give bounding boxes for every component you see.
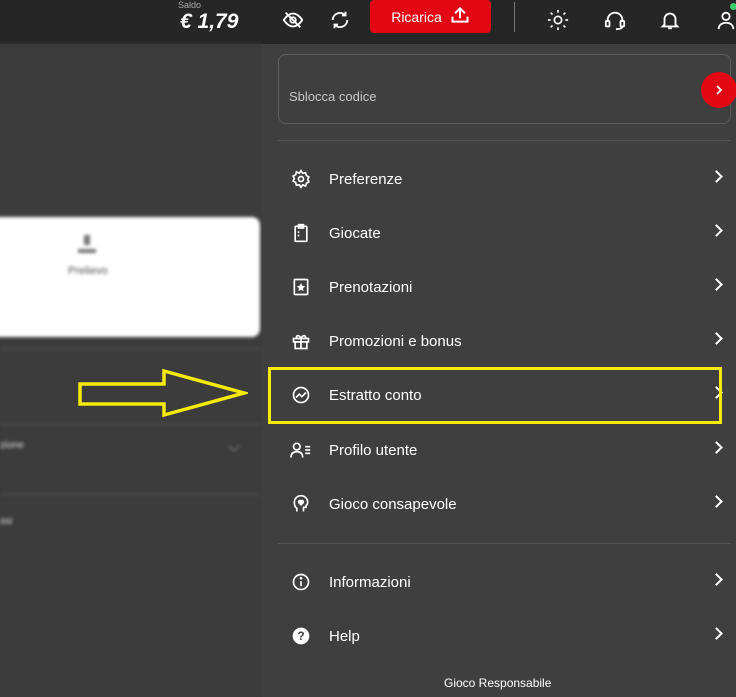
upload-icon: [450, 5, 470, 28]
background-row-text: zione: [0, 440, 24, 451]
top-bar: Saldo € 1,79 Ricarica: [0, 0, 736, 44]
refresh-icon[interactable]: [327, 7, 353, 33]
help-icon: ?: [290, 625, 312, 647]
unlock-code-submit-button[interactable]: [701, 72, 736, 108]
user-list-icon: [290, 439, 312, 461]
chevron-right-icon: [710, 224, 723, 237]
sun-icon[interactable]: [545, 7, 571, 33]
menu-item-label: Prenotazioni: [329, 278, 413, 296]
user-icon[interactable]: [713, 7, 736, 33]
chevron-right-icon: [710, 278, 723, 291]
saldo-value: € 1,79: [180, 10, 239, 33]
online-status-dot: [730, 3, 736, 10]
menu-item-preferenze[interactable]: Preferenze: [278, 152, 731, 206]
menu-item-label: Profilo utente: [329, 441, 418, 459]
menu-item-promozioni[interactable]: Promozioni e bonus: [278, 314, 731, 368]
menu-item-prenotazioni[interactable]: Prenotazioni: [278, 260, 731, 314]
head-heart-icon: [290, 493, 312, 515]
svg-text:?: ?: [297, 630, 304, 643]
divider: [0, 494, 262, 495]
menu-item-informazioni[interactable]: Informazioni: [278, 555, 731, 609]
prelievo-label: Prelievo: [68, 265, 108, 277]
divider: [0, 348, 262, 349]
highlight-box: [268, 367, 722, 424]
eye-off-icon[interactable]: [280, 7, 306, 33]
prelievo-card: Prelievo: [0, 217, 260, 337]
menu-item-label: Help: [329, 627, 360, 645]
divider: [0, 424, 262, 425]
download-icon: [78, 235, 96, 253]
gift-icon: [290, 330, 312, 352]
menu-item-label: Informazioni: [329, 573, 411, 591]
background-row-text: ssi: [0, 516, 13, 527]
settings-icon: [290, 168, 312, 190]
chevron-right-icon: [710, 332, 723, 345]
chevron-down-icon: [228, 440, 240, 452]
header-divider: [514, 2, 515, 32]
menu-item-label: Giocate: [329, 224, 381, 242]
menu-item-label: Promozioni e bonus: [329, 332, 462, 350]
chevron-right-icon: [716, 85, 723, 95]
saldo-label: Saldo: [178, 0, 202, 10]
bell-icon[interactable]: [657, 7, 683, 33]
headset-icon[interactable]: [602, 7, 628, 33]
ricarica-button[interactable]: Ricarica: [370, 0, 491, 33]
menu-item-label: Gioco consapevole: [329, 495, 457, 513]
info-icon: [290, 571, 312, 593]
clipboard-icon: [290, 222, 312, 244]
menu-item-label: Preferenze: [329, 170, 403, 188]
menu-item-profilo-utente[interactable]: Profilo utente: [278, 423, 731, 477]
unlock-code-placeholder: Sblocca codice: [289, 89, 377, 104]
divider: [278, 140, 731, 141]
menu-item-giocate[interactable]: Giocate: [278, 206, 731, 260]
chevron-right-icon: [710, 441, 723, 454]
unlock-code-field[interactable]: Sblocca codice: [278, 54, 736, 124]
chevron-right-icon: [710, 573, 723, 586]
chevron-right-icon: [710, 170, 723, 183]
gioco-responsabile-link[interactable]: Gioco Responsabile: [444, 676, 551, 690]
chevron-right-icon: [710, 627, 723, 640]
menu-item-help[interactable]: ? Help: [278, 609, 731, 663]
pointer-arrow-icon: [78, 368, 248, 418]
ricarica-label: Ricarica: [391, 8, 442, 25]
menu-item-gioco-consapevole[interactable]: Gioco consapevole: [278, 477, 731, 531]
divider: [278, 543, 731, 544]
chevron-right-icon: [710, 495, 723, 508]
bookmark-star-icon: [290, 276, 312, 298]
